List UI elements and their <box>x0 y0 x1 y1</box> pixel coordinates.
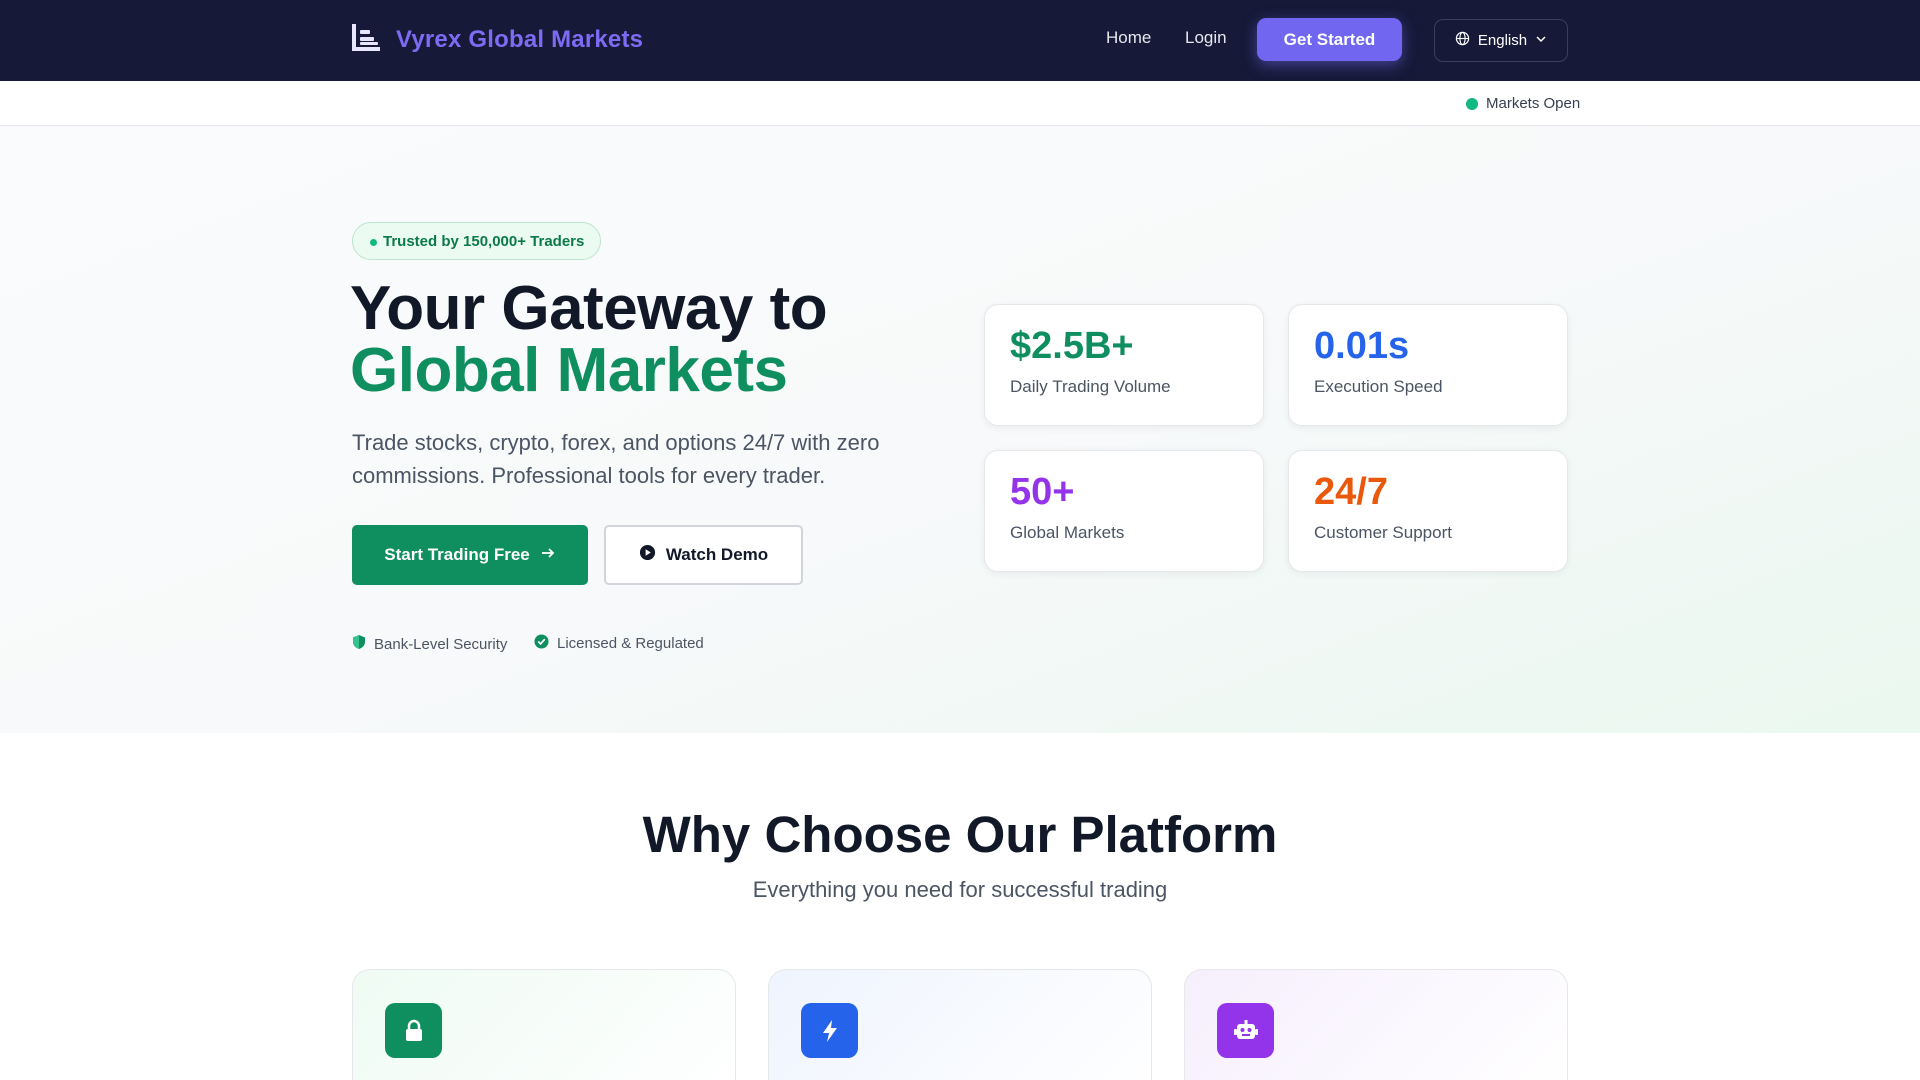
chevron-down-icon <box>1535 32 1547 49</box>
feature-card-security <box>352 969 736 1080</box>
start-trading-label: Start Trading Free <box>384 545 530 564</box>
brand-name: Vyrex Global Markets <box>396 26 644 53</box>
stat-value: $2.5B+ <box>1010 325 1134 367</box>
market-status: Markets Open <box>1466 95 1580 112</box>
stat-value: 24/7 <box>1314 471 1388 513</box>
watch-demo-button[interactable]: Watch Demo <box>604 525 803 585</box>
stat-value: 50+ <box>1010 471 1075 513</box>
stat-value: 0.01s <box>1314 325 1410 367</box>
language-label: English <box>1477 32 1528 49</box>
stat-label: Customer Support <box>1314 523 1452 542</box>
arrow-right-icon <box>540 545 556 566</box>
trust-item-regulated: Licensed & Regulated <box>534 634 704 653</box>
check-circle-icon <box>534 634 549 653</box>
stat-card-volume: $2.5B+ Daily Trading Volume <box>984 304 1264 426</box>
hero-title: Your Gateway to Global Markets <box>350 274 828 405</box>
get-started-button[interactable]: Get Started <box>1257 18 1402 61</box>
hero-section: Trusted by 150,000+ Traders Your Gateway… <box>0 126 1920 733</box>
feature-card-speed <box>768 969 1152 1080</box>
section-subtitle: Everything you need for successful tradi… <box>752 877 1168 902</box>
shield-icon <box>352 634 366 654</box>
nav-link-home[interactable]: Home <box>1106 28 1151 48</box>
market-status-label: Markets Open <box>1486 95 1581 112</box>
stat-label: Daily Trading Volume <box>1010 377 1171 396</box>
feature-card-ai <box>1184 969 1568 1080</box>
language-selector[interactable]: English <box>1434 19 1568 62</box>
hero-title-line1: Your Gateway to <box>350 274 828 343</box>
play-circle-icon <box>639 544 656 566</box>
chart-bars-icon <box>350 22 382 58</box>
trust-security-label: Bank-Level Security <box>374 635 508 653</box>
bolt-icon <box>801 1003 858 1058</box>
robot-icon <box>1217 1003 1274 1058</box>
hero-title-line2: Global Markets <box>350 336 788 405</box>
section-title: Why Choose Our Platform <box>642 806 1278 863</box>
brand-logo[interactable]: Vyrex Global Markets <box>350 22 643 58</box>
top-navbar: Vyrex Global Markets Home Login Get Star… <box>0 0 1920 81</box>
trust-badge-label: Trusted by 150,000+ Traders <box>383 232 585 250</box>
status-dot-icon <box>1466 97 1478 110</box>
lock-icon <box>385 1003 442 1058</box>
watch-demo-label: Watch Demo <box>665 545 769 564</box>
badge-dot-icon <box>370 239 377 246</box>
trust-regulated-label: Licensed & Regulated <box>557 635 704 652</box>
stat-label: Global Markets <box>1010 523 1125 542</box>
trust-badge: Trusted by 150,000+ Traders <box>352 222 602 260</box>
market-ticker-bar: Markets Open <box>0 81 1920 126</box>
trust-item-security: Bank-Level Security <box>352 634 507 654</box>
hero-subtitle: Trade stocks, crypto, forex, and options… <box>352 430 880 488</box>
globe-icon <box>1455 31 1470 50</box>
start-trading-button[interactable]: Start Trading Free <box>352 525 588 585</box>
stat-label: Execution Speed <box>1314 377 1443 396</box>
stat-card-speed: 0.01s Execution Speed <box>1288 304 1568 426</box>
stat-card-markets: 50+ Global Markets <box>984 450 1264 572</box>
nav-link-login[interactable]: Login <box>1185 28 1227 48</box>
stat-card-support: 24/7 Customer Support <box>1288 450 1568 572</box>
